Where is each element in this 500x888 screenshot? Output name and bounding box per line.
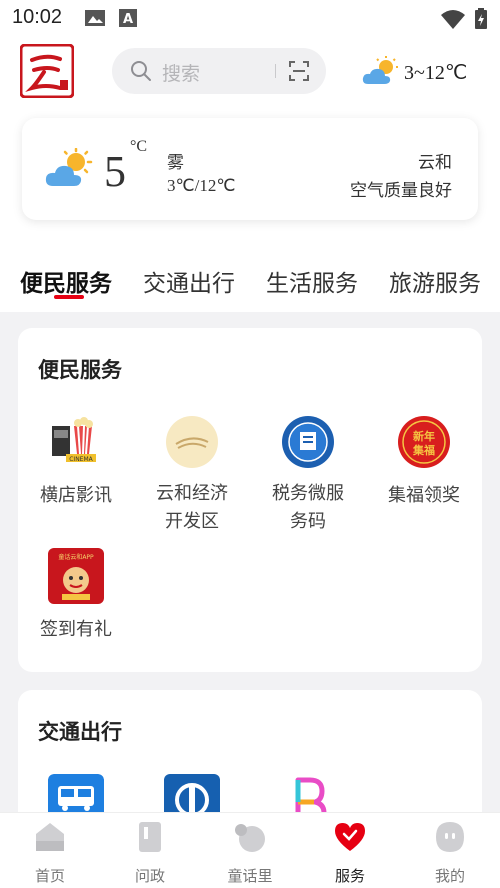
development-zone-icon — [166, 416, 218, 468]
temperature-range: 3℃/12℃ — [167, 176, 236, 195]
service-item-fortune[interactable]: 新年 集福 集福领奖 — [369, 414, 479, 510]
partly-cloudy-icon — [362, 56, 398, 84]
nav-label: 我的 — [434, 867, 465, 885]
bottom-navigation: 首页 问政 童话里 服务 我的 — [0, 812, 500, 888]
fairytale-icon — [235, 824, 265, 852]
nav-label: 童话里 — [227, 867, 273, 885]
service-item-bike[interactable] — [253, 774, 363, 812]
nav-home[interactable]: 首页 — [0, 819, 100, 886]
tab-travel[interactable]: 旅游服务 — [389, 264, 481, 298]
service-item-cinema[interactable]: CINEMA 横店影讯 — [21, 414, 131, 510]
service-label: 云和经济 开发区 — [156, 483, 228, 532]
app-header: 搜索 3~12℃ — [0, 38, 500, 110]
svg-text:新年: 新年 — [413, 429, 435, 443]
home-icon — [36, 823, 64, 851]
section-title: 便民服务 — [38, 358, 122, 382]
bus-ticket-icon: 汽车票 — [48, 774, 104, 812]
gallery-notification-icon — [85, 10, 105, 26]
temperature-unit: °C — [130, 138, 148, 155]
railway-icon — [164, 774, 220, 812]
weather-condition: 雾 — [167, 153, 184, 173]
service-item-railway[interactable] — [137, 774, 247, 812]
service-item-dev-zone[interactable]: 云和经济 开发区 — [137, 414, 247, 536]
partly-cloudy-icon — [45, 148, 93, 186]
bike-b-icon — [280, 774, 336, 812]
air-quality: 空气质量良好 — [350, 181, 452, 201]
svg-text:A: A — [123, 12, 133, 27]
search-icon — [131, 61, 151, 81]
nav-profile[interactable]: 我的 — [400, 819, 500, 886]
nav-fairytale[interactable]: 童话里 — [200, 819, 300, 886]
inquiry-icon — [139, 822, 161, 852]
app-logo[interactable] — [20, 44, 74, 98]
service-label: 集福领奖 — [388, 485, 460, 506]
svg-text:CINEMA: CINEMA — [69, 456, 93, 463]
tab-convenience[interactable]: 便民服务 — [20, 264, 112, 298]
active-tab-indicator — [54, 295, 84, 299]
svg-text:集福: 集福 — [412, 443, 435, 457]
search-placeholder: 搜索 — [162, 63, 201, 85]
heart-service-icon — [335, 823, 365, 851]
tab-transport[interactable]: 交通出行 — [143, 264, 235, 298]
weather-card[interactable]: 5 °C 雾 3℃/12℃ 云和 空气质量良好 — [22, 118, 478, 220]
service-label: 横店影讯 — [40, 485, 112, 506]
nav-service[interactable]: 服务 — [300, 819, 400, 886]
search-divider — [275, 64, 276, 78]
service-label: 税务微服 务码 — [272, 483, 344, 532]
battery-icon — [475, 8, 487, 29]
nav-label: 服务 — [334, 867, 365, 885]
nav-label: 首页 — [34, 867, 65, 885]
svg-text:童话云和APP: 童话云和APP — [58, 553, 94, 561]
section-transport: 交通出行 汽车票 — [18, 690, 482, 812]
service-content: 便民服务 CINEMA 横店影讯 云和经济 开发区 税务微服 务码 新年 集福 … — [0, 312, 500, 812]
search-bar[interactable]: 搜索 — [112, 48, 326, 94]
nav-label: 问政 — [134, 867, 165, 885]
service-item-bus[interactable]: 汽车票 — [21, 774, 131, 812]
cinema-icon: CINEMA — [48, 414, 104, 470]
service-item-checkin[interactable]: 童话云和APP 签到有礼 — [21, 548, 131, 644]
checkin-gift-icon: 童话云和APP — [48, 548, 104, 604]
wifi-icon — [441, 10, 465, 29]
text-notification-icon: A — [119, 9, 137, 27]
section-convenience: 便民服务 CINEMA 横店影讯 云和经济 开发区 税务微服 务码 新年 集福 … — [18, 328, 482, 672]
scan-icon[interactable] — [288, 60, 310, 82]
tab-life[interactable]: 生活服务 — [266, 264, 358, 298]
header-temperature-range: 3~12℃ — [404, 62, 468, 84]
nav-inquiry[interactable]: 问政 — [100, 819, 200, 886]
profile-icon — [436, 822, 464, 852]
service-tabs: 便民服务 交通出行 生活服务 旅游服务 — [0, 252, 500, 312]
status-bar: 10:02 A — [0, 0, 500, 38]
tax-service-icon — [282, 416, 334, 468]
current-temperature: 5 — [104, 147, 126, 196]
service-label: 签到有礼 — [40, 619, 112, 640]
section-title: 交通出行 — [38, 720, 122, 744]
new-year-fortune-icon: 新年 集福 — [398, 416, 450, 468]
city-name: 云和 — [418, 153, 452, 173]
status-time: 10:02 — [12, 6, 63, 28]
service-item-tax[interactable]: 税务微服 务码 — [253, 414, 363, 536]
